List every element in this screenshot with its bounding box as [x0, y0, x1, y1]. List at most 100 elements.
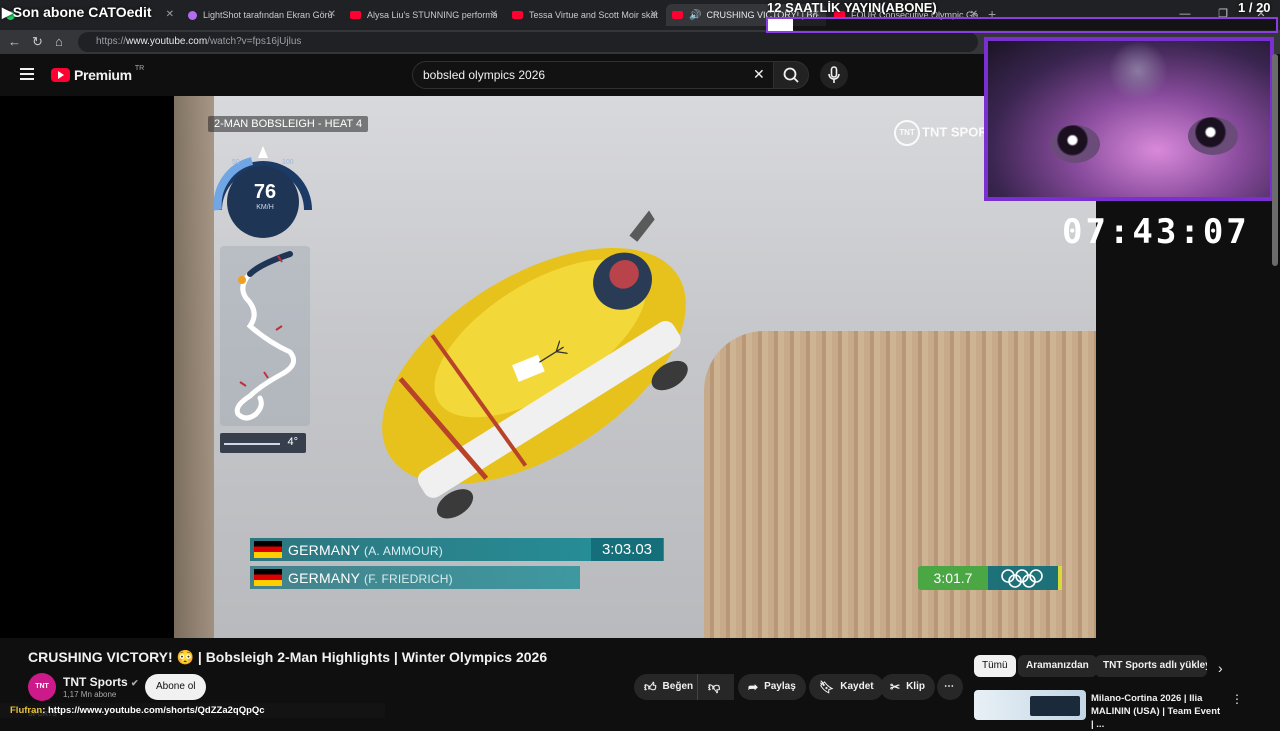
scissors-icon: ✂	[890, 680, 901, 694]
menu-icon[interactable]	[20, 68, 34, 80]
result-time: 3:03.03	[591, 538, 663, 561]
save-button[interactable]: 🔖︎ Kaydet	[809, 674, 884, 700]
track-map	[220, 246, 310, 426]
brand-text: Premium	[74, 67, 132, 83]
close-tab-icon[interactable]: ✕	[490, 9, 498, 20]
result-athlete: (F. FRIEDRICH)	[364, 571, 453, 586]
share-label: Paylaş	[764, 681, 796, 692]
video-player[interactable]: ᛉ 2-MAN BOBSLEIGH - HEAT 4 TNT TNT SPORTS…	[0, 96, 1096, 638]
result-country: GERMANY	[288, 541, 360, 558]
region-code: TR	[134, 64, 145, 72]
cat-eye	[1188, 117, 1238, 155]
search-box[interactable]: ✕	[412, 61, 774, 89]
chat-message: : https://www.youtube.com/shorts/QdZZa2q…	[42, 705, 265, 716]
clear-search-icon[interactable]: ✕	[753, 66, 765, 83]
subscriber-count: 1,17 Mn abone	[63, 690, 117, 699]
tab-label: LightShot tarafından Ekran Görünt	[203, 10, 333, 20]
stream-goal-progress	[766, 17, 1278, 33]
thumbs-up-icon: 👍︎	[644, 680, 657, 694]
close-tab-icon[interactable]: ✕	[650, 9, 658, 20]
share-button[interactable]: ➦ Paylaş	[738, 674, 806, 700]
search-input[interactable]	[423, 68, 723, 82]
channel-name-text: TNT Sports	[63, 675, 128, 689]
tnt-logo-icon: TNT	[894, 120, 920, 146]
tab-label: Alysa Liu's STUNNING performanc	[367, 10, 497, 20]
back-icon[interactable]: ←	[8, 34, 21, 49]
page-scrollbar[interactable]	[1272, 54, 1278, 266]
last-sub-text: Son abone CATOedit	[12, 4, 152, 20]
more-icon: ⋯	[944, 681, 954, 692]
stream-timer: 07:43:07	[1062, 212, 1250, 252]
url-prefix: https://	[96, 36, 127, 47]
like-label: Beğen	[662, 681, 694, 692]
chip-channel[interactable]: TNT Sports adlı yükleyic	[1095, 655, 1207, 677]
thumbnail-skater	[1030, 696, 1080, 716]
olympic-rings-icon	[988, 566, 1062, 590]
youtube-play-icon	[51, 68, 70, 82]
home-icon[interactable]: ⌂	[55, 34, 63, 49]
close-tab-icon[interactable]: ✕	[328, 9, 336, 20]
url-path: /watch?v=fps16jUjlus	[207, 36, 302, 47]
youtube-icon	[672, 11, 683, 19]
chevron-right-icon[interactable]: ›	[1218, 660, 1223, 676]
close-tab-icon[interactable]: ✕	[166, 9, 174, 20]
speed-unit: KM/H	[256, 204, 274, 211]
result-athlete: (A. AMMOUR)	[364, 543, 443, 558]
more-actions-button[interactable]: ⋯	[937, 674, 963, 700]
stream-last-subscriber: ▶Son abone CATOedit	[2, 4, 152, 21]
germany-flag-icon	[254, 569, 282, 586]
split-time-box: 3:01.7	[918, 566, 1062, 590]
grade-value: 4°	[287, 436, 298, 448]
youtube-icon	[512, 11, 523, 19]
tab-label: Tessa Virtue and Scott Moir skate	[529, 10, 658, 20]
stream-chat-line: Flufran: https://www.youtube.com/shorts/…	[0, 703, 385, 718]
result-country: GERMANY	[288, 569, 360, 586]
recommended-title[interactable]: Milano-Cortina 2026 | Ilia MALININ (USA)…	[1091, 692, 1221, 731]
reload-icon[interactable]: ↻	[32, 34, 43, 50]
thumbs-down-icon: 👎︎	[708, 680, 721, 694]
youtube-icon	[350, 11, 361, 19]
url-field[interactable]: https://www.youtube.com/watch?v=fps16jUj…	[78, 32, 978, 52]
verified-icon: ✔	[131, 678, 139, 688]
speaker-icon: 🔊	[689, 9, 702, 21]
grade-bar	[224, 443, 280, 445]
channel-name[interactable]: TNT Sports ✔	[63, 675, 139, 689]
cat-eye	[1050, 125, 1100, 163]
cat-forehead	[1108, 41, 1168, 101]
bobsled-image: ᛉ	[382, 180, 688, 519]
result-row: GERMANY (F. FRIEDRICH)	[250, 566, 580, 589]
chat-username: Flufran	[10, 705, 43, 716]
video-frame: ᛉ 2-MAN BOBSLEIGH - HEAT 4 TNT TNT SPORTS…	[174, 96, 1096, 638]
recommended-thumbnail[interactable]	[974, 690, 1086, 720]
kebab-menu-icon[interactable]: ⋮	[1231, 692, 1243, 706]
share-icon: ➦	[748, 680, 759, 694]
stream-goal-title: 12 SAATLİK YAYIN(ABONE)	[767, 0, 937, 15]
speed-tick-50: 50	[232, 159, 240, 166]
play-icon: ▶	[2, 4, 13, 20]
youtube-premium-logo[interactable]: Premium TR	[51, 64, 145, 83]
split-time: 3:01.7	[918, 566, 988, 590]
tab-tessa-virtue[interactable]: Tessa Virtue and Scott Moir skate ✕	[506, 4, 664, 26]
search-button[interactable]	[773, 61, 809, 89]
track-wall	[704, 331, 1096, 638]
chip-from-search[interactable]: Aramanızdan	[1018, 655, 1097, 677]
microphone-icon	[828, 66, 840, 83]
event-label: 2-MAN BOBSLEIGH - HEAT 4	[208, 116, 369, 132]
clip-label: Klip	[906, 681, 925, 692]
chip-all[interactable]: Tümü	[974, 655, 1016, 677]
bookmark-icon: 🔖︎	[819, 680, 835, 694]
save-label: Kaydet	[840, 681, 874, 692]
url-host: www.youtube.com	[126, 36, 208, 47]
tab-alysa-liu[interactable]: Alysa Liu's STUNNING performanc ✕	[344, 4, 504, 26]
stream-goal-progress-fill	[768, 19, 794, 31]
subscribe-button[interactable]: Abone ol	[145, 674, 207, 700]
clip-button[interactable]: ✂ Klip	[880, 674, 935, 700]
channel-avatar[interactable]: TNT SPORTS	[28, 673, 57, 718]
voice-search-button[interactable]	[820, 61, 848, 89]
tab-lightshot[interactable]: LightShot tarafından Ekran Görünt ✕	[182, 4, 342, 26]
search-icon	[783, 67, 799, 83]
speed-value: 76	[253, 181, 277, 203]
germany-flag-icon	[254, 541, 282, 558]
dislike-button[interactable]: 👎︎	[697, 674, 733, 700]
video-title: CRUSHING VICTORY! 😳 | Bobsleigh 2-Man Hi…	[28, 649, 548, 665]
